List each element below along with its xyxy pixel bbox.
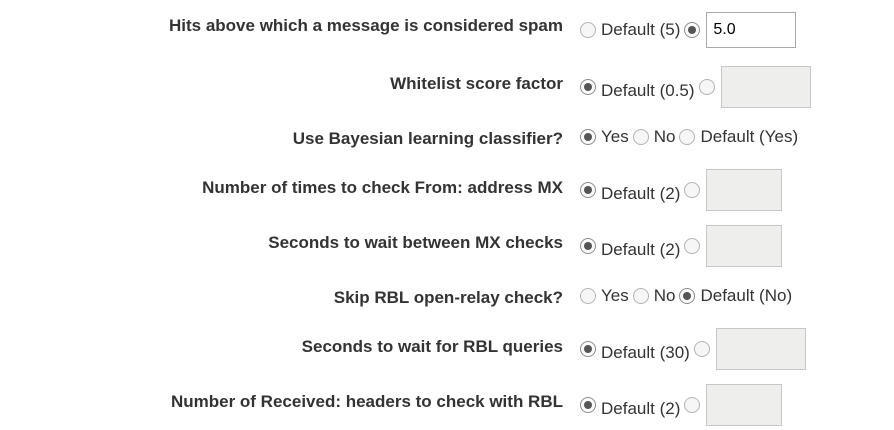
custom-radio[interactable] xyxy=(693,341,710,357)
default-option-label: Default (Yes) xyxy=(700,127,799,146)
setting-label: Number of Received: headers to check wit… xyxy=(170,392,563,411)
custom-radio[interactable] xyxy=(698,79,715,95)
custom-radio[interactable] xyxy=(684,397,701,413)
setting-label: Use Bayesian learning classifier? xyxy=(292,129,563,148)
setting-label: Seconds to wait for RBL queries xyxy=(301,337,563,356)
default-option-label: Default (0.5) xyxy=(601,81,695,100)
setting-label: Number of times to check From: address M… xyxy=(202,178,563,197)
default-radio[interactable] xyxy=(580,79,596,95)
default-radio[interactable] xyxy=(679,288,696,304)
yes-radio[interactable] xyxy=(580,288,596,304)
yes-option-label: Yes xyxy=(601,127,629,146)
rbl-wait-input[interactable] xyxy=(715,328,806,370)
default-option-label: Default (2) xyxy=(601,399,681,418)
no-radio[interactable] xyxy=(632,288,649,304)
spam-hits-input[interactable]: 5.0 xyxy=(706,12,797,48)
default-radio[interactable] xyxy=(580,397,596,413)
setting-label: Whitelist score factor xyxy=(390,74,563,93)
rbl-headers-input[interactable] xyxy=(706,384,783,426)
yes-radio[interactable] xyxy=(580,129,596,145)
default-radio[interactable] xyxy=(580,341,596,357)
default-radio[interactable] xyxy=(580,182,596,198)
setting-label: Skip RBL open-relay check? xyxy=(333,288,563,307)
default-option-label: Default (2) xyxy=(601,240,681,259)
yes-option-label: Yes xyxy=(601,286,629,305)
custom-radio[interactable] xyxy=(684,22,701,38)
default-radio[interactable] xyxy=(580,238,596,254)
setting-label: Seconds to wait between MX checks xyxy=(268,233,563,252)
custom-radio[interactable] xyxy=(684,238,701,254)
default-option-label: Default (30) xyxy=(601,343,690,362)
mx-checks-input[interactable] xyxy=(706,169,783,211)
custom-radio[interactable] xyxy=(684,182,701,198)
default-radio[interactable] xyxy=(580,22,596,38)
no-option-label: No xyxy=(653,286,676,305)
default-option-label: Default (No) xyxy=(700,286,793,305)
default-option-label: Default (5) xyxy=(601,20,681,39)
no-radio[interactable] xyxy=(632,129,649,145)
no-option-label: No xyxy=(653,127,676,146)
default-option-label: Default (2) xyxy=(601,184,681,203)
default-radio[interactable] xyxy=(679,129,696,145)
setting-label: Hits above which a message is considered… xyxy=(169,16,563,35)
mx-wait-input[interactable] xyxy=(706,225,783,267)
whitelist-factor-input[interactable] xyxy=(720,66,811,108)
